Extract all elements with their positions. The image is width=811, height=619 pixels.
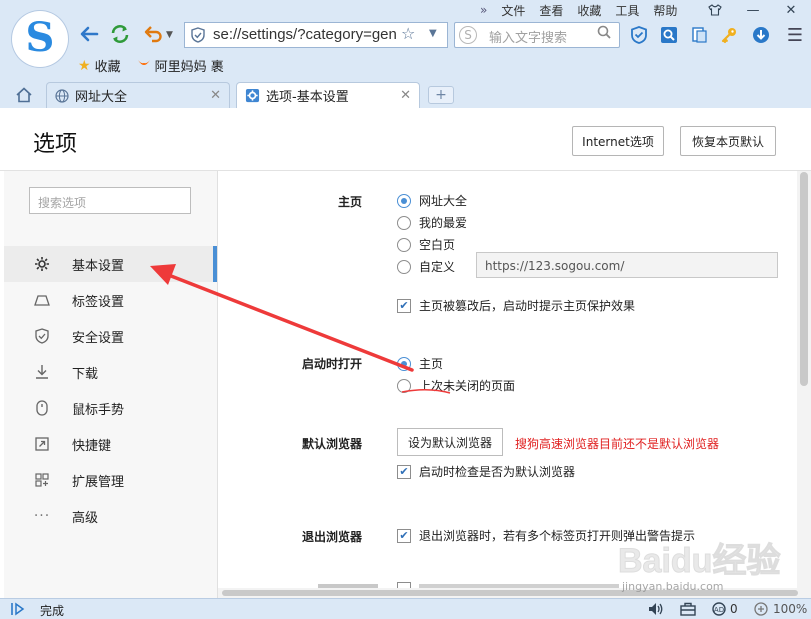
zoom-level[interactable]: 100%	[773, 602, 807, 616]
svg-text:AD: AD	[714, 606, 724, 614]
vertical-scrollbar-thumb[interactable]	[800, 172, 808, 386]
volume-icon[interactable]	[648, 602, 664, 619]
red-underline-mark	[401, 389, 451, 394]
adblock-count: 0	[730, 602, 738, 616]
toolbox-icon[interactable]	[680, 602, 696, 619]
zoom-icon[interactable]	[754, 602, 768, 619]
watermark-brand: Baidu经验	[618, 541, 780, 580]
sidebar-toggle-icon[interactable]	[10, 602, 26, 619]
status-bar: 完成 AD 0 100%	[0, 598, 811, 619]
red-annotation-arrow	[150, 264, 414, 372]
adblock-icon[interactable]: AD	[712, 602, 726, 619]
watermark-url: jingyan.baidu.com	[622, 580, 724, 593]
status-text: 完成	[40, 604, 65, 618]
